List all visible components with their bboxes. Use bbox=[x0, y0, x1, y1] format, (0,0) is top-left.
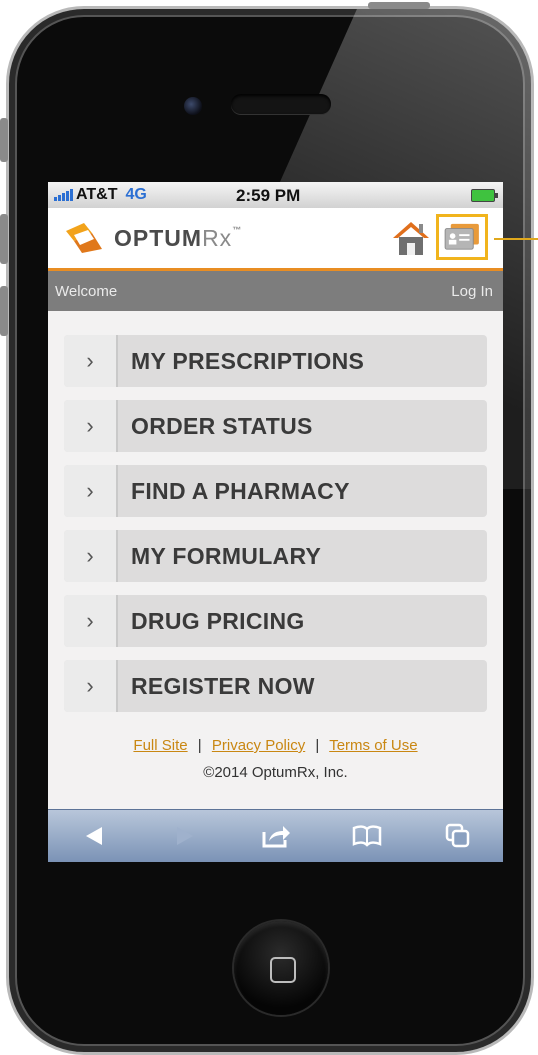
chevron-right-icon: › bbox=[64, 400, 118, 452]
privacy-policy-link[interactable]: Privacy Policy bbox=[212, 737, 305, 754]
menu-item-my-formulary[interactable]: › MY FORMULARY bbox=[64, 530, 487, 582]
mute-switch[interactable] bbox=[0, 118, 8, 162]
share-icon[interactable] bbox=[256, 818, 296, 854]
menu-item-drug-pricing[interactable]: › DRUG PRICING bbox=[64, 595, 487, 647]
chevron-right-icon: › bbox=[64, 465, 118, 517]
chevron-right-icon: › bbox=[64, 660, 118, 712]
copyright-text: ©2014 OptumRx, Inc. bbox=[203, 764, 348, 781]
callout-line bbox=[494, 238, 538, 240]
menu-item-label: REGISTER NOW bbox=[131, 672, 315, 699]
chevron-right-icon: › bbox=[64, 335, 118, 387]
menu-item-label: DRUG PRICING bbox=[131, 607, 305, 634]
network-type: 4G bbox=[125, 186, 147, 203]
terms-of-use-link[interactable]: Terms of Use bbox=[329, 737, 417, 754]
power-button[interactable] bbox=[368, 2, 430, 9]
menu-item-label: MY FORMULARY bbox=[131, 542, 322, 569]
home-button-square-icon bbox=[270, 957, 296, 983]
footer-links: Full Site | Privacy Policy | Terms of Us… bbox=[48, 737, 503, 754]
main-menu: › MY PRESCRIPTIONS › ORDER STATUS › FIND… bbox=[48, 311, 503, 712]
menu-item-my-prescriptions[interactable]: › MY PRESCRIPTIONS bbox=[64, 335, 487, 387]
menu-item-label: MY PRESCRIPTIONS bbox=[131, 347, 365, 374]
logo-text: OPTUMRx™ bbox=[114, 224, 243, 251]
chevron-right-icon: › bbox=[64, 595, 118, 647]
chevron-right-icon: › bbox=[64, 530, 118, 582]
footer-separator: | bbox=[315, 737, 320, 754]
bookmarks-book-icon[interactable] bbox=[347, 818, 387, 854]
carrier-name: AT&T bbox=[76, 186, 118, 203]
volume-up-button[interactable] bbox=[0, 214, 8, 264]
footer-separator: | bbox=[197, 737, 202, 754]
menu-item-label: FIND A PHARMACY bbox=[131, 477, 350, 504]
menu-item-register-now[interactable]: › REGISTER NOW bbox=[64, 660, 487, 712]
status-bar: AT&T 4G 2:59 PM bbox=[48, 182, 503, 208]
id-card-icon[interactable] bbox=[436, 214, 488, 260]
footer: Full Site | Privacy Policy | Terms of Us… bbox=[48, 725, 503, 781]
signal-strength-icon bbox=[54, 189, 73, 201]
optum-logo-mark-icon bbox=[66, 223, 102, 253]
home-button[interactable] bbox=[234, 921, 328, 1015]
app-header: OPTUMRx™ bbox=[48, 208, 503, 271]
browser-toolbar bbox=[48, 809, 503, 862]
login-link[interactable]: Log In bbox=[451, 283, 493, 300]
earpiece-speaker bbox=[231, 94, 331, 114]
menu-item-find-a-pharmacy[interactable]: › FIND A PHARMACY bbox=[64, 465, 487, 517]
volume-down-button[interactable] bbox=[0, 286, 8, 336]
welcome-bar: Welcome Log In bbox=[48, 271, 503, 311]
back-arrow-icon[interactable] bbox=[74, 818, 114, 854]
optumrx-logo[interactable]: OPTUMRx™ bbox=[62, 221, 242, 255]
battery-icon bbox=[471, 189, 498, 202]
full-site-link[interactable]: Full Site bbox=[133, 737, 187, 754]
status-time: 2:59 PM bbox=[236, 186, 301, 205]
front-camera bbox=[184, 97, 202, 115]
menu-item-label: ORDER STATUS bbox=[131, 412, 313, 439]
menu-item-order-status[interactable]: › ORDER STATUS bbox=[64, 400, 487, 452]
phone-screen: AT&T 4G 2:59 PM OPTUMRx™ Welcome Log In … bbox=[48, 182, 503, 862]
tabs-pages-icon[interactable] bbox=[438, 818, 478, 854]
welcome-text: Welcome bbox=[55, 282, 118, 300]
home-icon[interactable] bbox=[391, 218, 431, 258]
forward-arrow-icon[interactable] bbox=[165, 818, 205, 854]
